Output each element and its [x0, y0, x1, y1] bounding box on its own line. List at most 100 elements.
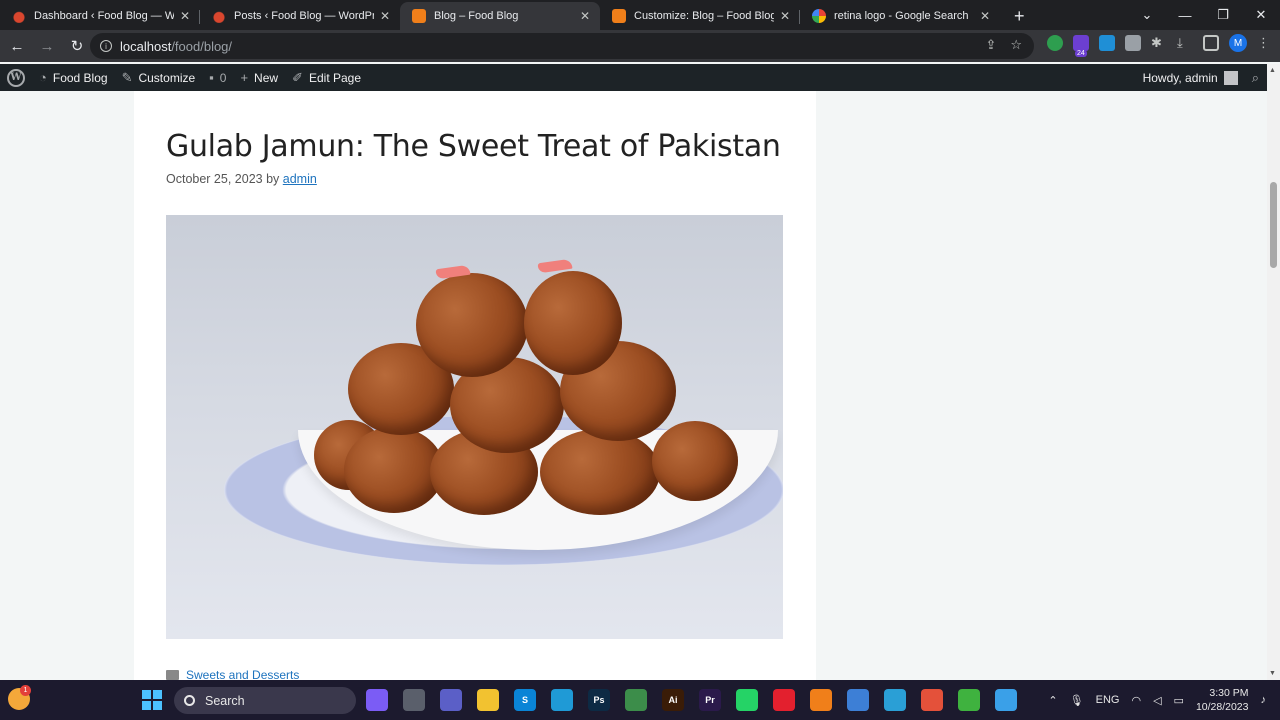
start-button[interactable] — [142, 690, 162, 710]
extensions-puzzle-icon[interactable]: ✱ — [1151, 35, 1167, 51]
close-tab-icon[interactable]: ✕ — [380, 9, 390, 23]
edit-page-link[interactable]: ✐ Edit Page — [285, 64, 368, 91]
wp-logo-menu[interactable]: W — [0, 64, 32, 91]
camera-icon[interactable] — [1125, 35, 1141, 51]
microphone-icon[interactable]: 🎙 — [1070, 694, 1084, 707]
skype-icon[interactable]: S — [514, 689, 536, 711]
copilot-icon[interactable] — [366, 689, 388, 711]
new-tab-button[interactable]: + — [1014, 2, 1025, 30]
edit-page-label: Edit Page — [308, 70, 362, 85]
opera-icon[interactable] — [773, 689, 795, 711]
site-name-menu[interactable]: ◔ Food Blog — [32, 64, 115, 91]
post-author-link[interactable]: admin — [283, 172, 317, 186]
tab-posts[interactable]: Posts ‹ Food Blog — WordPress ✕ — [200, 2, 400, 30]
page-scrollbar[interactable]: ▲ ▼ — [1267, 64, 1280, 680]
page-viewport: Gulab Jamun: The Sweet Treat of Pakistan… — [0, 91, 1267, 680]
extension-blue-icon[interactable] — [1099, 35, 1115, 51]
tab-title: Customize: Blog – Food Blog — [634, 10, 774, 22]
chrome-icon[interactable] — [625, 689, 647, 711]
menu-kebab-icon[interactable]: ⋮ — [1257, 35, 1270, 51]
tray-overflow-chevron-icon[interactable]: ⌃ — [1048, 694, 1057, 707]
taskbar-clock[interactable]: 3:30 PM 10/28/2023 — [1196, 686, 1249, 714]
notification-bell-icon[interactable]: ♪ — [1261, 694, 1267, 706]
tab-dashboard[interactable]: Dashboard ‹ Food Blog — WordPress ✕ — [0, 2, 200, 30]
taskbar-apps: S Ps Ai Pr — [366, 689, 1017, 711]
folder-icon — [166, 670, 179, 680]
task-view-icon[interactable] — [403, 689, 425, 711]
close-tab-icon[interactable]: ✕ — [580, 9, 590, 23]
tab-search-chevron-icon[interactable]: ⌄ — [1128, 7, 1166, 23]
close-tab-icon[interactable]: ✕ — [780, 9, 790, 23]
taskbar-search-label: Search — [205, 693, 245, 708]
tab-blog[interactable]: Blog – Food Blog ✕ — [400, 2, 600, 30]
post-title: Gulab Jamun: The Sweet Treat of Pakistan — [166, 129, 781, 164]
tab-customize[interactable]: Customize: Blog – Food Blog ✕ — [600, 2, 800, 30]
minimize-icon[interactable]: — — [1166, 8, 1204, 23]
profile-avatar[interactable]: M — [1229, 34, 1247, 52]
illustrator-icon[interactable]: Ai — [662, 689, 684, 711]
xampp-icon[interactable] — [810, 689, 832, 711]
scrollbar-thumb[interactable] — [1270, 182, 1277, 268]
tab-title: retina logo - Google Search — [834, 10, 969, 22]
edge-icon[interactable] — [551, 689, 573, 711]
clock-time: 3:30 PM — [1209, 687, 1249, 699]
paint-icon[interactable] — [995, 689, 1017, 711]
teams-icon[interactable] — [440, 689, 462, 711]
extension-purple-icon[interactable]: 24 — [1073, 35, 1089, 57]
wifi-icon[interactable]: ◠ — [1131, 694, 1141, 707]
photoshop-icon[interactable]: Ps — [588, 689, 610, 711]
tab-title: Posts ‹ Food Blog — WordPress — [234, 10, 374, 22]
side-panel-icon[interactable] — [1203, 35, 1219, 51]
scroll-down-arrow-icon[interactable]: ▼ — [1269, 670, 1276, 677]
site-name-label: Food Blog — [52, 70, 108, 85]
address-bar[interactable]: i localhost/food/blog/ ⇪ ☆ — [90, 33, 1034, 59]
restore-icon[interactable]: ❐ — [1204, 7, 1242, 23]
extension-green-icon[interactable] — [1047, 35, 1063, 51]
xampp-favicon-icon — [412, 9, 426, 23]
plus-icon: + — [240, 70, 249, 85]
close-window-icon[interactable]: ✕ — [1242, 7, 1280, 23]
start-tile — [153, 690, 162, 699]
user-avatar-icon — [1223, 70, 1238, 85]
search-icon — [184, 695, 195, 706]
wordpress-favicon-icon — [212, 9, 226, 23]
admin-bar-search[interactable]: ⌕ — [1245, 64, 1266, 91]
app-red-icon[interactable] — [921, 689, 943, 711]
start-tile — [153, 701, 162, 710]
download-icon[interactable]: ⤓ — [1177, 35, 1193, 51]
bookmark-star-icon[interactable]: ☆ — [1010, 37, 1022, 53]
xampp-favicon-icon — [612, 9, 626, 23]
whatsapp-icon[interactable] — [736, 689, 758, 711]
tab-google-search[interactable]: retina logo - Google Search ✕ — [800, 2, 1000, 30]
file-explorer-icon[interactable] — [477, 689, 499, 711]
close-tab-icon[interactable]: ✕ — [180, 9, 190, 23]
forward-arrow-icon[interactable]: → — [34, 38, 60, 55]
notepad-icon[interactable] — [847, 689, 869, 711]
taskbar-search[interactable]: Search — [174, 687, 356, 714]
customize-link[interactable]: ✎ Customize — [115, 64, 203, 91]
remote-icon[interactable] — [884, 689, 906, 711]
my-account-menu[interactable]: Howdy, admin — [1136, 64, 1245, 91]
volume-icon[interactable]: ◁ — [1153, 694, 1161, 707]
app-green-icon[interactable] — [958, 689, 980, 711]
back-arrow-icon[interactable]: ← — [4, 38, 30, 55]
site-info-icon[interactable]: i — [100, 40, 112, 52]
battery-icon[interactable]: ▭ — [1174, 694, 1184, 707]
premiere-icon[interactable]: Pr — [699, 689, 721, 711]
share-icon[interactable]: ⇪ — [985, 37, 996, 53]
category-link[interactable]: Sweets and Desserts — [186, 668, 299, 680]
dashboard-gauge-icon: ◔ — [39, 70, 47, 85]
post-date: October 25, 2023 — [166, 172, 263, 186]
system-tray: ⌃ 🎙 ENG ◠ ◁ ▭ 3:30 PM 10/28/2023 ♪ — [1048, 680, 1266, 720]
new-content-menu[interactable]: + New — [233, 64, 285, 91]
reload-icon[interactable]: ↻ — [64, 37, 90, 55]
gulab-jamun-ball — [652, 421, 738, 501]
close-tab-icon[interactable]: ✕ — [980, 9, 990, 23]
comment-bubble-icon: ▪ — [209, 70, 214, 85]
comments-link[interactable]: ▪ 0 — [202, 64, 233, 91]
tab-title: Dashboard ‹ Food Blog — WordPress — [34, 10, 174, 22]
admin-bar-secondary: Howdy, admin ⌕ — [1136, 64, 1280, 91]
extension-badge: 24 — [1075, 50, 1087, 57]
scroll-up-arrow-icon[interactable]: ▲ — [1269, 67, 1276, 74]
language-indicator[interactable]: ENG — [1096, 694, 1120, 706]
